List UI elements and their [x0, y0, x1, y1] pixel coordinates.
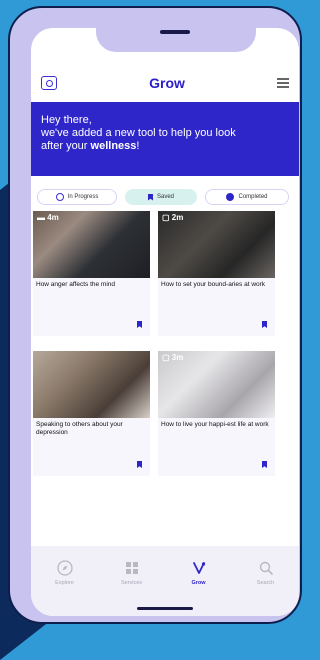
progress-icon — [55, 193, 64, 201]
card-title: How anger affects the mind — [36, 281, 116, 288]
card-thumbnail — [33, 351, 150, 418]
welcome-banner: Hey there, we've added a new tool to hel… — [31, 102, 299, 176]
header: Grow — [31, 64, 299, 102]
duration-badge: ▢ 2m — [162, 213, 184, 222]
page-title: Grow — [149, 75, 185, 91]
content-card[interactable]: Speaking to others about your depression — [33, 351, 150, 476]
bookmark-icon[interactable] — [137, 461, 142, 468]
phone-notch — [96, 16, 256, 52]
banner-line-1: Hey there, — [41, 114, 92, 126]
speaker-icon — [160, 30, 190, 34]
duration-badge: ▢ 3m — [162, 353, 184, 362]
card-thumbnail: ▢ 2m — [158, 211, 275, 278]
bookmark-icon[interactable] — [262, 321, 267, 328]
card-thumbnail: ▬ 4m — [33, 211, 150, 278]
content-card[interactable]: ▢ 3m How to live your happi-est life at … — [158, 351, 275, 476]
app-screen: Grow Hey there, we've added a new tool t… — [31, 28, 299, 616]
tab-saved[interactable]: Saved — [125, 189, 197, 205]
bookmark-icon[interactable] — [262, 461, 267, 468]
grow-icon — [192, 562, 205, 574]
banner-line-2: we've added a new tool to help you look — [41, 127, 236, 139]
card-title: Speaking to others about your depression — [36, 421, 123, 436]
bottom-navigation: Explore Services Grow Search — [31, 546, 299, 616]
grid-icon — [125, 562, 138, 574]
card-thumbnail: ▢ 3m — [158, 351, 275, 418]
card-title: How to set your bound-aries at work — [161, 281, 266, 288]
card-title: How to live your happi-est life at work — [161, 421, 269, 428]
tab-completed[interactable]: Completed — [205, 189, 289, 205]
menu-icon[interactable] — [277, 78, 289, 88]
content-grid: ▬ 4m How anger affects the mind ▢ 2m How… — [31, 211, 299, 566]
content-card[interactable]: ▢ 2m How to set your bound-aries at work — [158, 211, 275, 336]
profile-icon[interactable] — [41, 76, 57, 90]
bookmark-icon — [147, 193, 153, 201]
nav-search[interactable]: Search — [238, 560, 294, 616]
check-circle-icon — [226, 193, 235, 201]
content-card[interactable]: ▬ 4m How anger affects the mind — [33, 211, 150, 336]
compass-icon — [56, 560, 73, 576]
nav-explore[interactable]: Explore — [37, 560, 93, 616]
duration-badge: ▬ 4m — [37, 213, 59, 222]
bookmark-icon[interactable] — [137, 321, 142, 328]
phone-frame: Grow Hey there, we've added a new tool t… — [8, 6, 302, 624]
search-icon — [259, 561, 273, 575]
banner-line-3: after your wellness! — [41, 140, 140, 152]
filter-tabs: In Progress Saved Completed — [31, 176, 299, 211]
home-indicator — [137, 607, 193, 610]
tab-in-progress[interactable]: In Progress — [37, 189, 117, 205]
